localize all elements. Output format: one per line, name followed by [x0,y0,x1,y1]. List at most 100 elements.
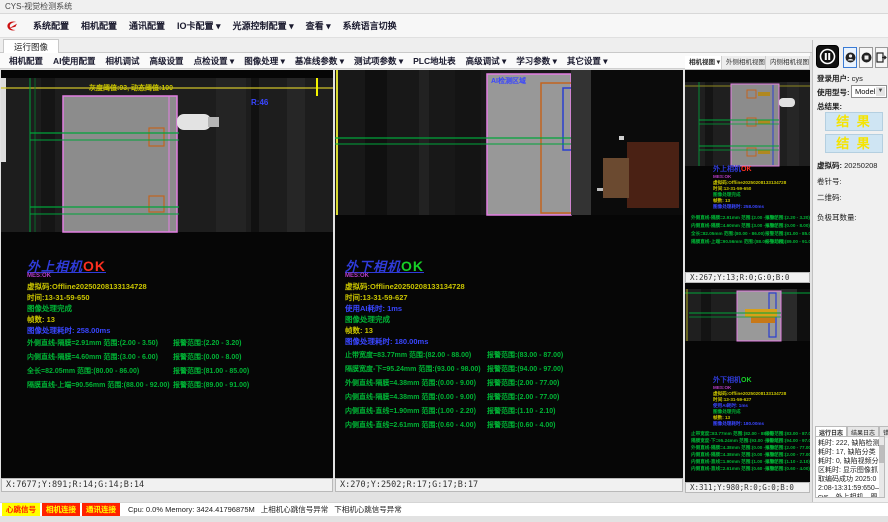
menu-language-switch[interactable]: 系统语言切换 [337,17,403,34]
menu-system-config[interactable]: 系统配置 [27,17,75,34]
tab-count-label: 负极耳数量: [817,212,857,223]
tool-camera-config[interactable]: 相机配置 [4,54,48,68]
virtual-code-row: 虚拟码: 20250208 [817,160,877,171]
login-user-row: 登录用户: cys [817,73,863,84]
preview-mes-line: MES:OK [713,385,731,390]
tool-image-processing[interactable]: 图像处理 ▾ [239,54,290,68]
preview-alarm: 报警范围:(1.10 - 2.10) [765,459,810,465]
preview-title-text: 外上相机 [713,166,741,173]
preview-alarm: 报警范围:(2.00 - 77.00) [765,452,810,458]
ai-area-label: AI检测区域 [491,76,526,86]
menu-camera-config[interactable]: 相机配置 [75,17,123,34]
tool-camera-debug[interactable]: 相机调试 [101,54,145,68]
tool-advanced-debug[interactable]: 高级调试 ▾ [461,54,512,68]
preview-elapsed-line: 图像处理耗时: 258.00ms [713,204,764,210]
camera-title-text: 外下相机 [345,259,401,274]
lower-camera-heartbeat-warning: 下相机心跳信号异常 [334,504,402,515]
cursor-status-preview-top: X:267;Y:13;R:0;G:0;B:0 [685,272,810,283]
processing-done-line: 图像处理完成 [345,314,390,325]
log-output[interactable]: 耗时: 222, 缺陷检测耗时: 17, 缺陷分类耗时: 0, 缺陷视频分区耗时… [815,436,885,498]
preview-lower-outer[interactable]: 外下相机OK MES:OK 虚拟码:Offline202502081331347… [685,283,810,482]
tab-run-image[interactable]: 运行图像 [3,39,59,53]
model-label: 使用型号: [817,87,850,98]
preview-measurement: 全长=82.05mm 范围:(80.00 - 86.00) [691,231,765,237]
pause-button[interactable] [816,45,839,68]
menu-io-config[interactable]: IO卡配置 ▾ [171,17,227,34]
right-control-panel: 登录用户: cys 使用型号: Model1▼ 总结果: 结 果 结 果 虚拟码… [812,40,888,502]
preview-tabbar: 相机视图 ▾ 外侧相机视图 内侧相机视图 [685,56,810,70]
camera-connection-badge: 相机连接 [42,503,80,516]
ai-elapsed-line: 使用AI耗时: 1ms [345,303,402,314]
preview-title-text: 外下相机 [713,377,741,384]
preview-alarm: 报警范围:(2.00 - 77.00) [765,445,810,451]
log-scrollbar-thumb[interactable] [879,445,884,463]
elapsed-line: 图像处理耗时: 180.00ms [345,336,428,347]
frame-count-line: 帧数: 13 [27,314,55,325]
user-icon [845,52,856,63]
measurement-alarm: 报警范围:(1.10 - 2.10) [487,406,555,416]
tool-test-item-params[interactable]: 测试项参数 ▾ [349,54,408,68]
window-title: CYS-视觉检测系统 [5,2,72,11]
camera-title-text: 外上相机 [27,259,83,274]
app-logo-icon [5,19,21,33]
window-statusbar: 心跳信号 相机连接 通讯连接 Cpu: 0.0% Memory: 3424.41… [0,502,888,516]
virtual-code-line: 虚拟码:Offline20250208133134728 [345,281,465,292]
comm-connection-badge: 通讯连接 [82,503,120,516]
stop-button[interactable] [859,47,873,68]
cpu-memory-status: Cpu: 0.0% Memory: 3424.41796875M [128,505,255,514]
camera-result-ok: OK [83,258,106,274]
measurement-row: 外侧直线-隔膜=4.38mm 范围:(0.00 - 9.00) [345,378,476,388]
preview-alarm: 报警范围:(0.60 - 4.00) [765,466,810,472]
reel-number-label: 卷针号: [817,176,842,187]
preview-tab-camera-view[interactable]: 相机视图 ▾ [685,56,722,69]
preview-camera-title: 外下相机OK [713,375,752,385]
login-user-value: cys [852,74,863,83]
measurement-row: 隔膜直线-上端=90.56mm 范围:(88.00 - 92.00) [27,380,170,390]
time-line: 时间:13-31-59-650 [27,292,90,303]
r-value-label: R:46 [251,98,268,107]
menu-view[interactable]: 查看 ▾ [300,17,337,34]
preview-elapsed-line: 图像处理耗时: 180.00ms [713,421,764,427]
virtual-code-line: 虚拟码:Offline20250208133134728 [27,281,147,292]
preview-alarm: 报警范围:(89.00 - 91.00) [765,239,810,245]
preview-alarm: 报警范围:(0.00 - 8.00) [765,223,810,229]
camera-view-lower-outer[interactable]: AI检测区域 外下相机OK MES:OK 虚拟码:Offline20250208… [335,70,683,478]
measurement-row: 内侧直线-隔膜=4.38mm 范围:(0.00 - 9.00) [345,392,476,402]
virtual-code-value: 20250208 [844,161,877,170]
measurement-row: 内侧直线-直线=2.61mm 范围:(0.60 - 4.00) [345,420,476,430]
main-menubar: 系统配置 相机配置 通讯配置 IO卡配置 ▾ 光源控制配置 ▾ 查看 ▾ 系统语… [0,14,888,38]
log-scrollbar[interactable] [879,437,884,498]
mes-status-line: MES:OK [345,273,369,279]
operator-login-button[interactable] [843,47,857,68]
menu-comm-config[interactable]: 通讯配置 [123,17,171,34]
tool-other-settings[interactable]: 其它设置 ▾ [562,54,613,68]
tool-spotcheck-settings[interactable]: 点检设置 ▾ [189,54,240,68]
heartbeat-badge: 心跳信号 [2,503,40,516]
model-select[interactable]: Model1▼ [851,85,887,98]
tool-advanced-settings[interactable]: 高级设置 [145,54,189,68]
cursor-status-preview-bottom: X:311;Y:980;R:0;G:0;B:0 [685,482,810,493]
measurement-alarm: 报警范围:(2.00 - 77.00) [487,378,559,388]
preview-tab-inner[interactable]: 内侧相机视图 [766,56,810,69]
cursor-status-upper-outer: X:7677;Y:891;R:14;G:14;B:14 [1,478,333,492]
tool-learning-params[interactable]: 学习参数 ▾ [511,54,562,68]
preview-camera-title: 外上相机OK [713,164,752,174]
tool-ai-usage-config[interactable]: AI使用配置 [48,54,101,68]
tool-baseline-params[interactable]: 基准线参数 ▾ [290,54,349,68]
total-result-label: 总结果: [817,101,842,112]
preview-result: OK [741,166,752,173]
pause-icon [819,48,836,65]
preview-tab-outer[interactable]: 外侧相机视图 [722,56,766,69]
tool-plc-address-table[interactable]: PLC地址表 [408,54,461,68]
preview-upper-outer[interactable]: 外上相机OK MES:OK 虚拟码:Offline202502081331347… [685,70,810,272]
measurement-row: 内侧直线-隔膜=4.60mm 范围:(3.00 - 6.00) [27,352,158,362]
measurement-row: 止带宽度=83.77mm 范围:(82.00 - 88.00) [345,350,471,360]
measurement-alarm: 报警范围:(94.00 - 97.00) [487,364,563,374]
chevron-down-icon: ▼ [876,87,885,96]
exit-button[interactable] [875,47,888,68]
menu-light-config[interactable]: 光源控制配置 ▾ [227,17,300,34]
camera-view-upper-outer[interactable]: 灰度阈值:93, 动态阈值:100 R:46 外上相机OK MES:OK 虚拟码… [1,70,333,478]
measurement-alarm: 报警范围:(83.00 - 87.00) [487,350,563,360]
preview-alarm: 报警范围:(94.00 - 97.00) [765,438,810,444]
cursor-status-lower-outer: X:270;Y:2502;R:17;G:17;B:17 [335,478,683,492]
